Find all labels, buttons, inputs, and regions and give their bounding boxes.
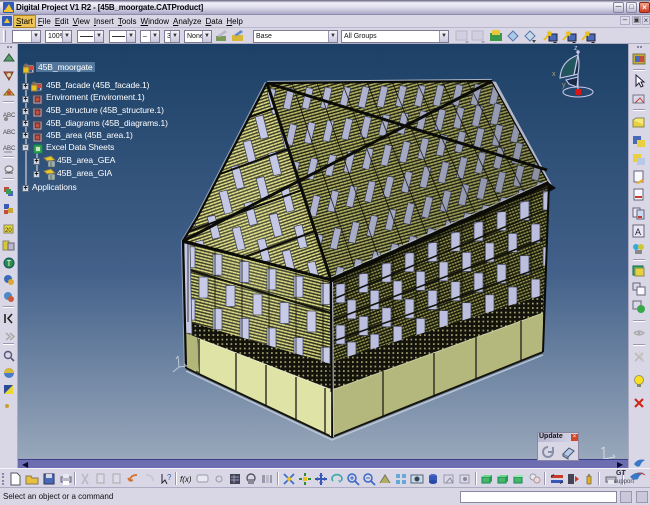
svg-text:20: 20 bbox=[5, 228, 12, 234]
svg-text:?: ? bbox=[167, 473, 172, 482]
svg-text:y: y bbox=[562, 82, 566, 89]
svg-text:ABC: ABC bbox=[3, 130, 16, 136]
svg-text:A: A bbox=[635, 227, 641, 237]
svg-text:ABC: ABC bbox=[3, 146, 16, 152]
svg-text:f(x): f(x) bbox=[180, 475, 192, 484]
svg-text:x: x bbox=[552, 71, 556, 78]
svg-text:z: z bbox=[574, 45, 578, 52]
svg-text:T: T bbox=[7, 259, 12, 268]
